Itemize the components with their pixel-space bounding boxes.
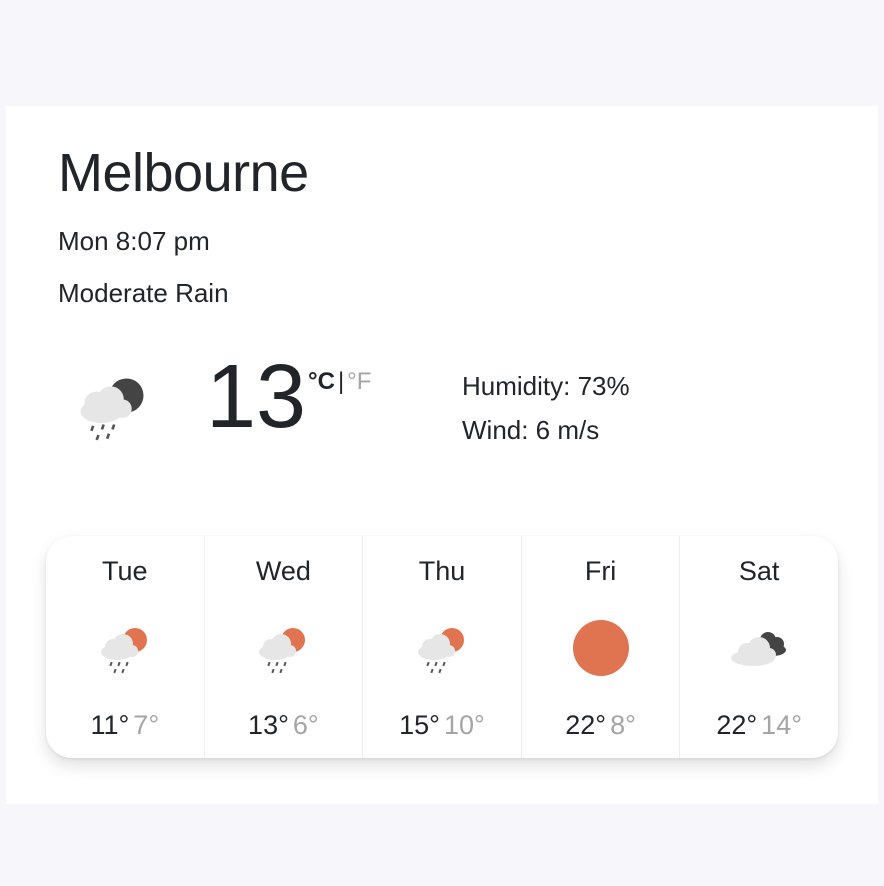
unit-separator: |: [337, 368, 345, 395]
forecast-min: 6°: [292, 710, 319, 740]
forecast-day-name: Fri: [584, 556, 617, 586]
night-rain-icon: [80, 378, 144, 441]
forecast: Tue 11° 7° Wed 13° 6° Thu 15° 10° Fri 22…: [46, 536, 838, 758]
forecast-day-name: Tue: [102, 556, 148, 586]
forecast-max: 22°: [716, 710, 758, 740]
forecast-day: Fri 22° 8°: [522, 536, 681, 758]
forecast-max: 11°: [90, 710, 130, 740]
forecast-day: Wed 13° 6°: [205, 536, 364, 758]
date-time: Mon 8:07 pm: [58, 226, 210, 256]
city-name: Melbourne: [58, 143, 309, 203]
weather-description: Moderate Rain: [58, 278, 229, 308]
forecast-temps: 22° 8°: [522, 710, 680, 741]
forecast-day-name: Thu: [418, 556, 466, 586]
forecast-day: Thu 15° 10°: [363, 536, 522, 758]
unit-toggle: °C | °F: [308, 368, 371, 396]
forecast-max: 22°: [565, 710, 607, 740]
forecast-max: 13°: [248, 710, 289, 740]
weather-card: Melbourne Mon 8:07 pm Moderate Rain 13 °…: [6, 106, 878, 804]
day-rain-icon: [417, 628, 464, 674]
forecast-max: 15°: [399, 710, 440, 740]
forecast-temps: 11° 7°: [46, 710, 204, 741]
forecast-day: Tue 11° 7°: [46, 536, 205, 758]
forecast-min: 7°: [133, 710, 160, 740]
broken-clouds-icon: [731, 632, 787, 666]
wind: Wind: 6 m/s: [462, 415, 600, 445]
forecast-temps: 15° 10°: [363, 710, 521, 741]
forecast-day-name: Sat: [738, 556, 780, 586]
forecast-min: 14°: [761, 710, 803, 740]
forecast-min: 10°: [443, 710, 485, 740]
forecast-temps: 22° 14°: [680, 710, 838, 741]
weather-details: Humidity: 73% Wind: 6 m/s: [462, 364, 630, 452]
fahrenheit-link[interactable]: °F: [347, 368, 371, 395]
current-temperature: 13: [206, 347, 307, 447]
celsius-unit[interactable]: °C: [308, 368, 335, 395]
sun-icon: [572, 620, 629, 676]
day-rain-icon: [259, 628, 306, 674]
humidity: Humidity: 73%: [462, 371, 630, 401]
forecast-day-name: Wed: [255, 556, 311, 586]
day-rain-icon: [100, 628, 147, 674]
forecast-temps: 13° 6°: [205, 710, 363, 741]
forecast-day: Sat 22° 14°: [680, 536, 838, 758]
forecast-min: 8°: [610, 710, 636, 740]
